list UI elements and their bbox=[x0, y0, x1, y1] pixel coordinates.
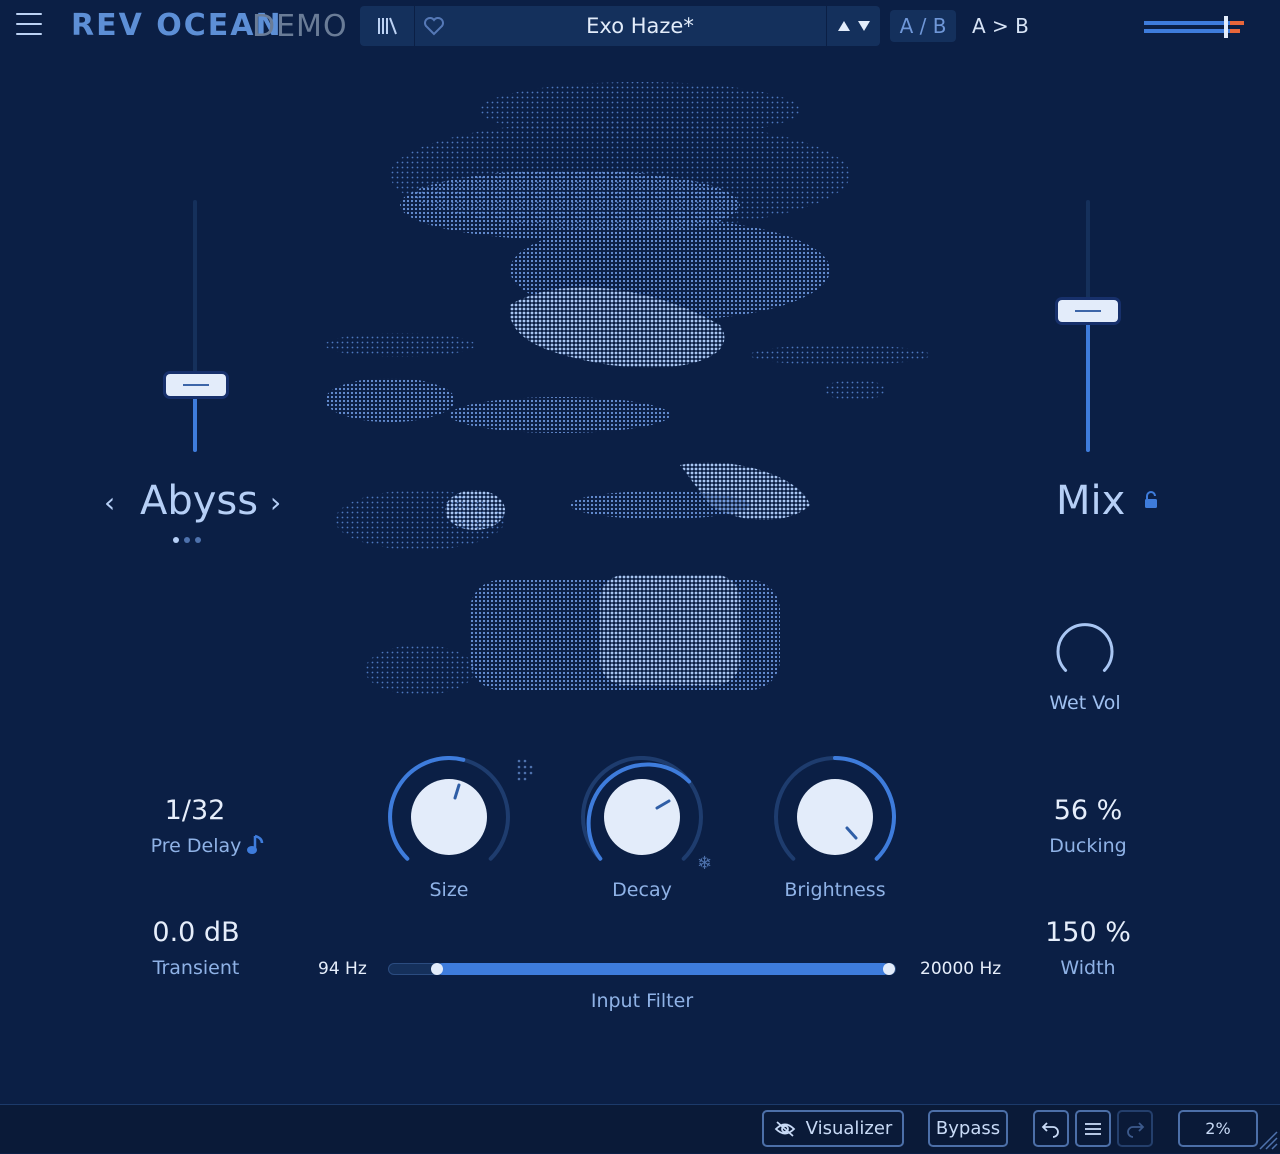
input-filter-range[interactable] bbox=[437, 963, 889, 975]
wet-vol-label: Wet Vol bbox=[1049, 692, 1121, 714]
mode-next-icon[interactable]: › bbox=[270, 486, 281, 519]
visualizer-label: Visualizer bbox=[805, 1118, 893, 1139]
page-dot[interactable] bbox=[173, 537, 179, 543]
undo-icon bbox=[1041, 1121, 1059, 1138]
output-meter bbox=[1140, 12, 1250, 42]
mode-page-dots bbox=[173, 537, 201, 543]
wet-vol-knob[interactable] bbox=[1051, 617, 1119, 685]
filter-low-handle[interactable] bbox=[431, 963, 443, 975]
freeze-icon[interactable]: ❄ bbox=[697, 853, 712, 874]
brightness-label: Brightness bbox=[784, 879, 886, 901]
brand-title: REV OCEAN bbox=[71, 8, 283, 43]
grid-dots-icon[interactable] bbox=[516, 758, 536, 786]
preset-name[interactable]: Exo Haze* bbox=[460, 6, 820, 46]
filter-low-value[interactable]: 94 Hz bbox=[318, 959, 367, 979]
ab-toggle-button[interactable]: A / B bbox=[890, 10, 956, 42]
resize-grip-icon[interactable] bbox=[1256, 1128, 1278, 1150]
decay-knob[interactable] bbox=[581, 755, 703, 878]
list-icon bbox=[1085, 1122, 1101, 1135]
pre-delay-value[interactable]: 1/32 bbox=[130, 795, 260, 826]
preset-up-down-button[interactable] bbox=[826, 6, 881, 46]
history-button[interactable] bbox=[1075, 1110, 1111, 1147]
mix-fader-fill bbox=[1086, 311, 1090, 452]
pre-delay-label: Pre Delay bbox=[150, 835, 242, 857]
width-value[interactable]: 150 % bbox=[1012, 917, 1164, 948]
input-filter-label: Input Filter bbox=[590, 990, 694, 1012]
mix-label: Mix bbox=[1056, 478, 1126, 524]
page-dot[interactable] bbox=[184, 537, 190, 543]
lock-icon[interactable] bbox=[1143, 490, 1159, 510]
size-knob[interactable] bbox=[388, 755, 510, 878]
undo-button[interactable] bbox=[1033, 1110, 1069, 1147]
mode-fader-handle[interactable] bbox=[166, 374, 226, 396]
redo-button[interactable] bbox=[1117, 1110, 1153, 1147]
library-button[interactable] bbox=[360, 6, 415, 46]
size-label: Size bbox=[429, 879, 469, 901]
zoom-button[interactable]: 2% bbox=[1178, 1110, 1258, 1147]
transient-label: Transient bbox=[152, 957, 240, 979]
heart-icon bbox=[424, 17, 444, 36]
eye-off-icon bbox=[774, 1120, 795, 1137]
ducking-label: Ducking bbox=[1049, 835, 1127, 857]
brightness-knob[interactable] bbox=[774, 755, 896, 878]
bypass-button[interactable]: Bypass bbox=[928, 1110, 1008, 1147]
filter-high-value[interactable]: 20000 Hz bbox=[920, 959, 1001, 979]
filter-high-handle[interactable] bbox=[883, 963, 895, 975]
ducking-value[interactable]: 56 % bbox=[1012, 795, 1164, 826]
preset-up-down-icon bbox=[838, 21, 870, 31]
visualizer-button[interactable]: Visualizer bbox=[762, 1110, 904, 1147]
menu-icon[interactable] bbox=[16, 13, 42, 37]
width-label: Width bbox=[1060, 957, 1116, 979]
transient-value[interactable]: 0.0 dB bbox=[120, 917, 272, 948]
reverb-visualizer bbox=[270, 55, 970, 715]
mix-fader-handle[interactable] bbox=[1058, 300, 1118, 322]
tempo-sync-icon[interactable] bbox=[246, 834, 266, 860]
ab-copy-button[interactable]: A > B bbox=[972, 10, 1029, 42]
favorite-button[interactable] bbox=[416, 6, 452, 46]
mode-name[interactable]: Abyss bbox=[140, 478, 258, 524]
redo-icon bbox=[1127, 1121, 1145, 1138]
library-icon bbox=[378, 17, 397, 35]
page-dot[interactable] bbox=[195, 537, 201, 543]
mode-prev-icon[interactable]: ‹ bbox=[104, 486, 115, 519]
demo-tag: DEMO bbox=[252, 9, 348, 44]
decay-label: Decay bbox=[612, 879, 672, 901]
